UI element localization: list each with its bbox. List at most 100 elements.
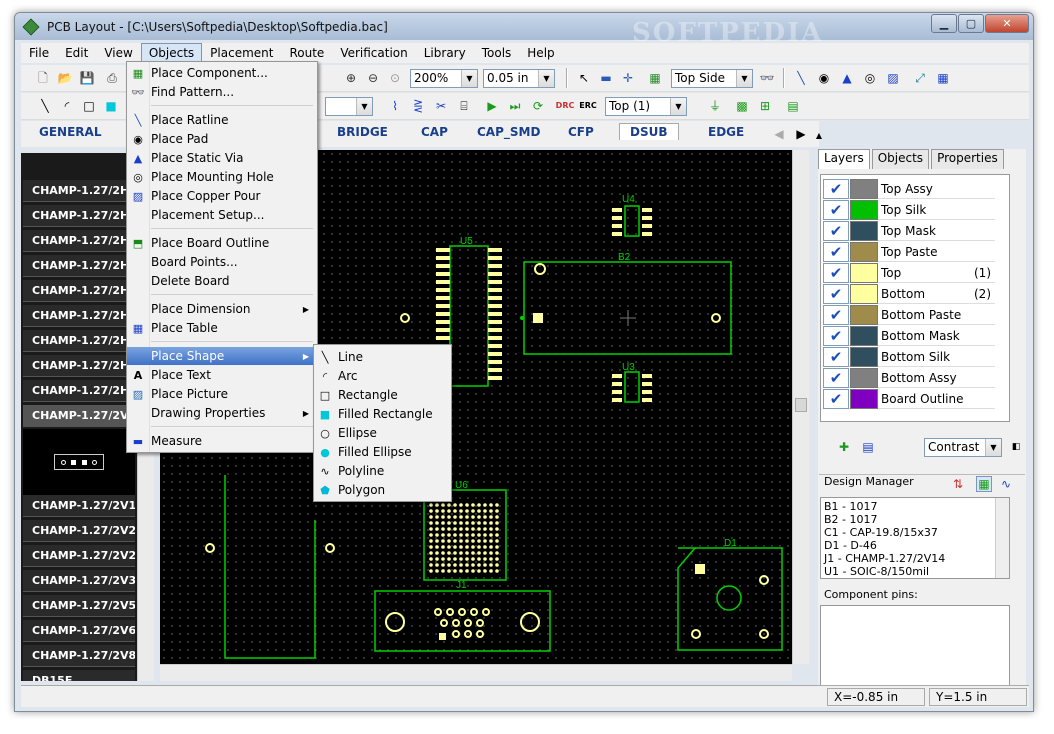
- menu-item-filled-ellipse[interactable]: ● Filled Ellipse: [314, 443, 451, 461]
- via-icon[interactable]: ▲: [839, 70, 855, 86]
- hole-icon[interactable]: ◎: [862, 70, 878, 86]
- layer-row[interactable]: ✔ Top (1): [823, 262, 995, 283]
- checkmark-icon[interactable]: ✔: [823, 283, 849, 304]
- menu-item-arc[interactable]: ◜ Arc: [314, 367, 451, 385]
- table-icon[interactable]: ▦: [935, 70, 951, 86]
- filled-rectangle-icon[interactable]: ■: [103, 98, 119, 114]
- menu-placement[interactable]: Placement: [202, 43, 281, 63]
- properties-icon[interactable]: ▤: [785, 98, 801, 114]
- menu-item-filled-rectangle[interactable]: ■ Filled Rectangle: [314, 405, 451, 423]
- list-item[interactable]: U1 - SOIC-8/150mil: [824, 565, 1006, 578]
- menu-library[interactable]: Library: [416, 43, 474, 63]
- menu-item-place-picture[interactable]: ▨ Place Picture: [127, 385, 317, 403]
- drc-icon[interactable]: DRC: [556, 98, 575, 114]
- list-item[interactable]: CHAMP-1.27/2H20: [23, 255, 135, 277]
- layer-row[interactable]: ✔ Bottom (2): [823, 283, 995, 304]
- ratline-icon[interactable]: ╲: [793, 70, 809, 86]
- minimize-button[interactable]: ▁: [931, 14, 957, 33]
- checkmark-icon[interactable]: ✔: [823, 220, 849, 241]
- layer-combo[interactable]: Top (1) ▼: [605, 97, 687, 116]
- list-item[interactable]: CHAMP-1.27/2V20: [23, 520, 135, 542]
- tab-bridge[interactable]: BRIDGE: [337, 125, 388, 139]
- autoroute-icon[interactable]: ✂: [433, 98, 449, 114]
- menu-item-place-copper-pour[interactable]: ▨ Place Copper Pour: [127, 187, 317, 205]
- line-icon[interactable]: ╲: [37, 98, 53, 114]
- dimension-icon[interactable]: ⤢: [912, 70, 928, 86]
- menu-item-ellipse[interactable]: ○ Ellipse: [314, 424, 451, 442]
- list-item[interactable]: D1 - D-46: [824, 539, 1006, 552]
- zoom-fit-icon[interactable]: ⊙: [387, 70, 403, 86]
- design-manager-list[interactable]: B1 - 1017 B2 - 1017 C1 - CAP-19.8/15x37 …: [820, 497, 1010, 579]
- erc-icon[interactable]: ERC: [579, 98, 597, 114]
- tab-scroll-left-icon[interactable]: ◀: [771, 126, 787, 142]
- layer-row[interactable]: ✔ Bottom Paste: [823, 304, 995, 325]
- tab-cap-smd[interactable]: CAP_SMD: [477, 125, 540, 139]
- checkmark-icon[interactable]: ✔: [823, 346, 849, 367]
- layer-row[interactable]: ✔ Top Paste: [823, 241, 995, 262]
- canvas-vertical-scrollbar[interactable]: [792, 150, 809, 664]
- menu-item-place-table[interactable]: ▦ Place Table: [127, 319, 317, 337]
- tab-cfp[interactable]: CFP: [568, 125, 594, 139]
- contrast-icon[interactable]: ◧: [1008, 439, 1024, 455]
- crosshair-icon[interactable]: ✛: [620, 70, 636, 86]
- canvas-horizontal-scrollbar[interactable]: [160, 664, 792, 681]
- list-item[interactable]: C1 - CAP-19.8/15x37: [824, 526, 1006, 539]
- menu-item-place-text[interactable]: A Place Text: [127, 366, 317, 384]
- flip-icon[interactable]: ⏚: [707, 98, 723, 114]
- layer-row[interactable]: ✔ Board Outline: [823, 388, 995, 409]
- save-icon[interactable]: 💾: [79, 70, 95, 86]
- menu-item-place-ratline[interactable]: ╲ Place Ratline: [127, 111, 317, 129]
- run-step-icon[interactable]: ⏭: [507, 98, 523, 114]
- binoculars-icon[interactable]: 👓: [759, 70, 775, 86]
- menu-item-polyline[interactable]: ∿ Polyline: [314, 462, 451, 480]
- print-icon[interactable]: ⎙: [104, 70, 120, 86]
- menu-item-delete-board[interactable]: Delete Board: [127, 272, 317, 290]
- list-item[interactable]: CHAMP-1.27/2H100: [23, 180, 135, 202]
- list-item[interactable]: CHAMP-1.27/2H26: [23, 280, 135, 302]
- list-item[interactable]: CHAMP-1.27/2H14: [23, 205, 135, 227]
- title-bar[interactable]: PCB Layout - [C:\Users\Softpedia\Desktop…: [15, 13, 1033, 40]
- menu-item-place-component[interactable]: ▦ Place Component...: [127, 64, 317, 82]
- checkmark-icon[interactable]: ✔: [823, 304, 849, 325]
- tab-objects[interactable]: Objects: [871, 149, 930, 169]
- checkmark-icon[interactable]: ✔: [823, 199, 849, 220]
- copper-pour-icon[interactable]: ▨: [885, 70, 901, 86]
- list-item[interactable]: CHAMP-1.27/2H36: [23, 305, 135, 327]
- tab-properties[interactable]: Properties: [931, 149, 1004, 169]
- menu-item-find-pattern[interactable]: 👓 Find Pattern...: [127, 83, 317, 101]
- list-item[interactable]: B1 - 1017: [824, 500, 1006, 513]
- list-item[interactable]: CHAMP-1.27/2V36: [23, 570, 135, 592]
- zoom-combo[interactable]: 200% ▼: [410, 69, 478, 88]
- route-properties-icon[interactable]: ⌸: [456, 98, 472, 114]
- checkmark-icon[interactable]: ✔: [823, 178, 849, 199]
- sort-icon[interactable]: ⇅: [950, 476, 966, 492]
- tab-layers[interactable]: Layers: [818, 149, 870, 169]
- align-icon[interactable]: ⊞: [757, 98, 773, 114]
- tab-menu-icon[interactable]: ▲: [811, 128, 827, 144]
- menu-item-placement-setup[interactable]: Placement Setup...: [127, 206, 317, 224]
- tab-scroll-right-icon[interactable]: ▶: [793, 126, 809, 142]
- layer-row[interactable]: ✔ Top Silk: [823, 199, 995, 220]
- arc-icon[interactable]: ◜: [59, 98, 75, 114]
- route-multi-icon[interactable]: ⋛: [410, 98, 426, 114]
- grid-combo[interactable]: 0.05 in ▼: [483, 69, 555, 88]
- list-item[interactable]: CHAMP-1.27/2H68: [23, 355, 135, 377]
- menu-tools[interactable]: Tools: [474, 43, 520, 63]
- component-list[interactable]: CHAMP-1.27/2H100 CHAMP-1.27/2H14 CHAMP-1…: [21, 153, 137, 681]
- list-item[interactable]: CHAMP-1.27/2V80: [23, 645, 135, 667]
- menu-help[interactable]: Help: [519, 43, 562, 63]
- new-file-icon[interactable]: 🗋: [35, 70, 51, 86]
- layer-settings-icon[interactable]: ▤: [860, 439, 876, 455]
- tab-cap[interactable]: CAP: [421, 125, 448, 139]
- menu-view[interactable]: View: [96, 43, 140, 63]
- menu-item-board-points[interactable]: Board Points...: [127, 253, 317, 271]
- checkmark-icon[interactable]: ✔: [823, 241, 849, 262]
- layer-row[interactable]: ✔ Bottom Silk: [823, 346, 995, 367]
- list-item[interactable]: J1 - CHAMP-1.27/2V14: [824, 552, 1006, 565]
- list-item[interactable]: CHAMP-1.27/2V14: [23, 495, 135, 517]
- pointer-icon[interactable]: ↖: [576, 70, 592, 86]
- menu-route[interactable]: Route: [281, 43, 332, 63]
- layer-row[interactable]: ✔ Top Mask: [823, 220, 995, 241]
- checkmark-icon[interactable]: ✔: [823, 262, 849, 283]
- menu-item-line[interactable]: ╲ Line: [314, 348, 451, 366]
